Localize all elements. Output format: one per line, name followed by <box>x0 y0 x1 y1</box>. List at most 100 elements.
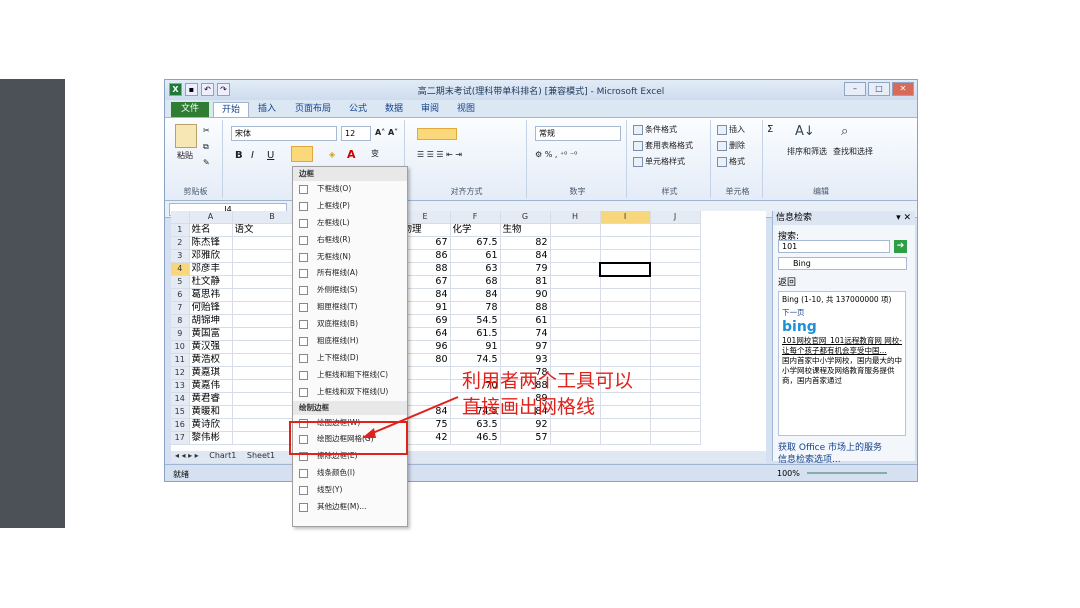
border-item[interactable]: 上下框线(D) <box>293 350 407 367</box>
cell[interactable]: 何贻锋 <box>189 301 233 315</box>
cell[interactable] <box>600 418 651 432</box>
cell[interactable] <box>600 223 651 237</box>
cut-icon[interactable]: ✂ <box>203 126 210 135</box>
cell[interactable]: 黄浩权 <box>189 353 233 367</box>
cell[interactable] <box>650 340 701 354</box>
bold-button[interactable]: B <box>235 150 243 161</box>
border-item[interactable]: 下框线(O) <box>293 181 407 198</box>
grow-font-icon[interactable]: A˄ A˅ <box>375 128 398 137</box>
tab-file[interactable]: 文件 <box>171 102 209 117</box>
cell[interactable]: 黄君睿 <box>189 392 233 406</box>
italic-button[interactable]: I <box>251 150 254 161</box>
row-header[interactable]: 9 <box>171 327 190 341</box>
column-header[interactable]: F <box>450 211 501 224</box>
cell[interactable]: 胡锦坤 <box>189 314 233 328</box>
cell[interactable]: 91 <box>450 340 501 354</box>
search-input[interactable]: 101 <box>778 240 890 253</box>
cell[interactable]: 61.5 <box>450 327 501 341</box>
sheet-tab-chart1[interactable]: Chart1 <box>209 451 236 460</box>
cell[interactable]: 92 <box>500 418 551 432</box>
font-size-field[interactable]: 12 <box>341 126 371 141</box>
cell[interactable] <box>600 314 651 328</box>
cell[interactable]: 邓彦丰 <box>189 262 233 276</box>
number-buttons[interactable]: ⚙ % , ⁺⁰ ⁻⁰ <box>535 150 577 159</box>
zoom-slider[interactable] <box>807 472 887 474</box>
border-item[interactable]: 右框线(R) <box>293 232 407 249</box>
cell[interactable]: 邓雅欣 <box>189 249 233 263</box>
cell[interactable] <box>550 431 601 445</box>
result-title[interactable]: 101网校官网_101远程教育网 网校-让每个孩子都有机会享受中国... <box>782 336 902 356</box>
cell[interactable] <box>650 223 701 237</box>
tab-view[interactable]: 视图 <box>449 102 483 117</box>
sort-filter-icon[interactable]: A↓ <box>795 124 815 139</box>
cell[interactable] <box>550 340 601 354</box>
next-page-link[interactable]: 下一页 <box>782 308 902 318</box>
cell[interactable] <box>650 379 701 393</box>
cell[interactable]: 88 <box>500 301 551 315</box>
border-item[interactable]: 外侧框线(S) <box>293 282 407 299</box>
column-header[interactable]: A <box>189 211 233 224</box>
cell[interactable] <box>550 301 601 315</box>
cell[interactable] <box>550 223 601 237</box>
row-header[interactable]: 3 <box>171 249 190 263</box>
redo-icon[interactable]: ↷ <box>217 83 230 96</box>
cell[interactable] <box>550 236 601 250</box>
border-item[interactable]: 无框线(N) <box>293 249 407 266</box>
copy-icon[interactable]: ⧉ <box>203 142 209 152</box>
cell[interactable]: 黄汉强 <box>189 340 233 354</box>
cell[interactable] <box>650 236 701 250</box>
cell[interactable]: 78 <box>450 301 501 315</box>
sum-icon[interactable]: Σ <box>767 124 773 135</box>
sort-filter-button[interactable]: 排序和筛选 <box>787 146 827 157</box>
column-header[interactable]: G <box>500 211 551 224</box>
row-header[interactable]: 5 <box>171 275 190 289</box>
source-select[interactable]: Bing <box>778 257 907 270</box>
cell[interactable] <box>650 431 701 445</box>
cell[interactable] <box>550 353 601 367</box>
back-button[interactable]: 返回 <box>778 275 796 288</box>
cell[interactable]: 陈杰锋 <box>189 236 233 250</box>
draw-border-item[interactable]: 其他边框(M)... <box>293 499 407 516</box>
border-item[interactable]: 上框线(P) <box>293 198 407 215</box>
cell[interactable]: 姓名 <box>189 223 233 237</box>
row-header[interactable]: 17 <box>171 431 190 445</box>
column-header[interactable]: I <box>600 211 651 224</box>
cell[interactable] <box>550 418 601 432</box>
cell[interactable] <box>650 392 701 406</box>
cell[interactable] <box>600 236 651 250</box>
cell[interactable] <box>550 288 601 302</box>
cell[interactable]: 61 <box>500 314 551 328</box>
row-header[interactable]: 8 <box>171 314 190 328</box>
cell[interactable] <box>550 249 601 263</box>
cell[interactable]: 黄暖和 <box>189 405 233 419</box>
row-header[interactable]: 12 <box>171 366 190 380</box>
draw-border-item[interactable]: 线型(Y) <box>293 482 407 499</box>
cell[interactable] <box>599 261 651 277</box>
row-header[interactable]: 14 <box>171 392 190 406</box>
cell[interactable]: 79 <box>500 262 551 276</box>
cell[interactable] <box>600 275 651 289</box>
tab-page-layout[interactable]: 页面布局 <box>287 102 339 117</box>
save-icon[interactable]: ▪ <box>185 83 198 96</box>
pane-close-icon[interactable]: ▾ ✕ <box>896 213 911 223</box>
cell[interactable] <box>650 275 701 289</box>
row-header[interactable]: 1 <box>171 223 190 237</box>
cell[interactable]: 黄嘉伟 <box>189 379 233 393</box>
underline-button[interactable]: U <box>267 150 274 161</box>
cell[interactable]: 63 <box>450 262 501 276</box>
column-header[interactable]: H <box>550 211 601 224</box>
cell[interactable] <box>600 288 651 302</box>
cell[interactable] <box>650 314 701 328</box>
cell[interactable] <box>650 301 701 315</box>
number-format-field[interactable]: 常规 <box>535 126 621 141</box>
font-color-icon[interactable]: A <box>347 148 356 161</box>
tab-review[interactable]: 审阅 <box>413 102 447 117</box>
cell[interactable]: 黎伟彬 <box>189 431 233 445</box>
cell[interactable]: 81 <box>500 275 551 289</box>
paste-icon[interactable] <box>175 124 197 148</box>
cell[interactable]: 化学 <box>450 223 501 237</box>
row-header[interactable]: 15 <box>171 405 190 419</box>
conditional-format-button[interactable]: 条件格式 <box>633 124 677 135</box>
row-header[interactable]: 2 <box>171 236 190 250</box>
cell[interactable] <box>600 353 651 367</box>
